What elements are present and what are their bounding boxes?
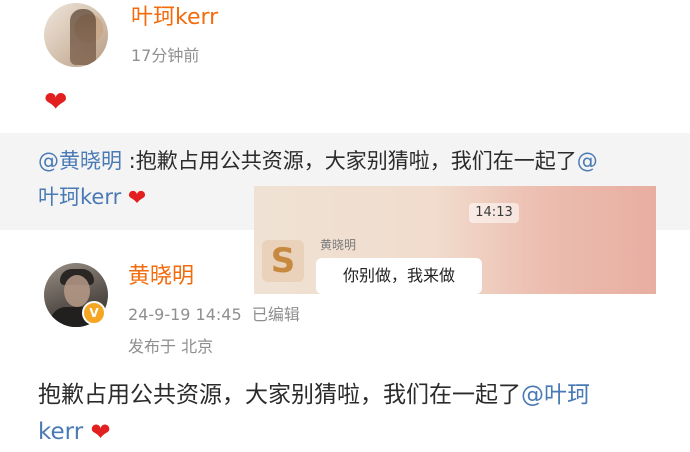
mention-link-kerr[interactable]: 叶珂kerr [38,185,121,209]
sparkle-icon: ✦ [46,3,58,17]
author-name-kerr[interactable]: 叶珂kerr [131,5,218,31]
post-body-text: 抱歉占用公共资源，大家别猜啦，我们在一起了 [38,382,521,408]
mention-link-kerr[interactable]: @叶珂 [521,382,590,408]
avatar-figure [70,9,96,65]
chat-screenshot-image[interactable]: 14:13 S 黄晓明 你别做，我来做 [254,186,656,294]
weibo-feed-screenshot: ✦ 叶珂kerr 17分钟前 ❤ @黄晓明 :抱歉占用公共资源，大家别猜啦，我们… [0,0,690,452]
quoted-text-line-2: 叶珂kerr ❤ [38,183,146,211]
quoted-text: :抱歉占用公共资源，大家别猜啦，我们在一起了 [122,149,577,173]
author-name-huang[interactable]: 黄晓明 [128,264,194,290]
chat-sender-name: 黄晓明 [320,238,357,252]
chat-message-bubble: 你别做，我来做 [316,258,482,294]
post-body-line-2: kerr ❤ [38,417,111,447]
post-time: 24-9-19 14:45 [128,305,242,324]
verified-badge-icon: V [82,301,106,325]
mention-link-kerr-cont[interactable]: kerr [38,419,83,445]
post-time: 17分钟前 [131,46,200,65]
heart-icon: ❤ [90,418,111,446]
chat-avatar-graphic: S [270,241,296,281]
mention-link-huang[interactable]: @黄晓明 [38,149,122,173]
heart-icon: ❤ [44,85,68,118]
mention-link-prefix[interactable]: @ [577,149,598,173]
post-location: 发布于 北京 [128,337,214,356]
quoted-text-line-1: @黄晓明 :抱歉占用公共资源，大家别猜啦，我们在一起了@ [38,147,598,175]
post-time-edited: 24-9-19 14:45 已编辑 [128,305,300,325]
chat-timestamp: 14:13 [469,203,519,223]
avatar-kerr[interactable]: ✦ [44,3,108,67]
chat-avatar: S [262,240,304,282]
post-body-line-1: 抱歉占用公共资源，大家别猜啦，我们在一起了@叶珂 [38,380,590,410]
edited-label[interactable]: 已编辑 [252,305,300,324]
heart-icon: ❤ [127,186,147,211]
